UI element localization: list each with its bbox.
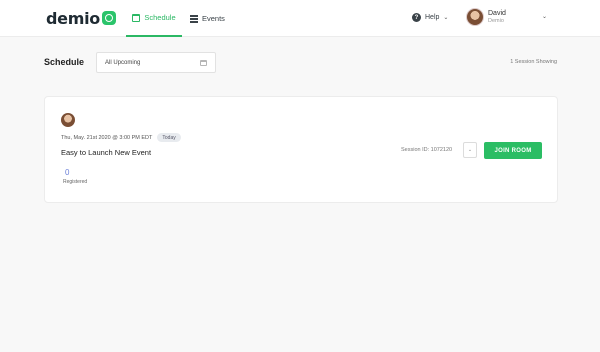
user-name: David: [488, 10, 506, 18]
user-meta: David Demio: [488, 10, 506, 24]
page-title: Schedule: [44, 57, 85, 67]
filter-value: All Upcoming: [105, 59, 141, 66]
chevron-down-icon: ⌄: [542, 14, 548, 20]
session-date-line: Thu, May. 21st 2020 @ 3:00 PM EDT Today: [61, 133, 181, 142]
calendar-icon: [200, 59, 207, 66]
join-room-button[interactable]: JOIN ROOM: [484, 142, 542, 159]
registered-label: Registered: [63, 179, 88, 185]
avatar: [466, 8, 484, 26]
session-date: Thu, May. 21st 2020 @ 3:00 PM EDT: [61, 134, 153, 141]
chevron-down-icon: ⌄: [443, 15, 449, 21]
chevron-down-icon: ⌄: [467, 147, 473, 153]
session-options-button[interactable]: ⌄: [463, 142, 477, 158]
user-menu[interactable]: David Demio ⌄: [466, 8, 547, 26]
sessions-count: 1 Session Showing: [510, 59, 557, 65]
tab-schedule-label: Schedule: [144, 13, 176, 22]
date-filter-select[interactable]: All Upcoming: [96, 52, 216, 73]
registered-count[interactable]: 0: [65, 168, 69, 177]
help-label: Help: [425, 14, 440, 21]
logo-mark-icon: [101, 11, 116, 25]
help-menu[interactable]: ? Help ⌄: [412, 13, 448, 22]
event-title[interactable]: Easy to Launch New Event: [61, 148, 151, 157]
host-avatar: [61, 113, 75, 127]
logo-text: demio: [46, 8, 100, 28]
tab-events-label: Events: [202, 14, 225, 23]
user-org: Demio: [488, 17, 504, 24]
session-id: Session ID: 1072120: [401, 147, 453, 153]
calendar-icon: [132, 13, 141, 22]
question-icon: ?: [412, 13, 421, 22]
tab-events[interactable]: Events: [190, 0, 225, 37]
tab-schedule[interactable]: Schedule: [126, 0, 182, 37]
session-card: Thu, May. 21st 2020 @ 3:00 PM EDT Today …: [44, 96, 558, 203]
list-icon: [190, 14, 198, 23]
demio-logo[interactable]: demio: [46, 8, 116, 28]
today-badge: Today: [157, 133, 181, 142]
top-navigation: demio Schedule Events ? Help ⌄ David Dem…: [0, 0, 600, 37]
